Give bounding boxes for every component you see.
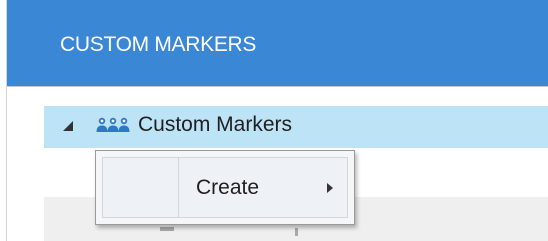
panel-title: CUSTOM MARKERS <box>60 33 257 56</box>
child-node-label-fragment <box>295 228 298 236</box>
custom-markers-panel: CUSTOM MARKERS Custom Markers Create <box>0 0 548 241</box>
triangle-expanded-icon[interactable] <box>60 115 76 137</box>
menu-icon-column <box>103 158 179 217</box>
header-divider <box>7 86 548 87</box>
chevron-right-icon <box>325 181 335 193</box>
panel-header: CUSTOM MARKERS <box>7 0 548 86</box>
people-group-icon <box>96 116 130 134</box>
menu-item-label: Create <box>196 176 260 199</box>
context-menu: Create <box>95 150 355 225</box>
child-node-icon <box>160 227 174 231</box>
tree-node-label[interactable]: Custom Markers <box>138 113 292 137</box>
menu-item-create[interactable]: Create <box>102 157 348 218</box>
